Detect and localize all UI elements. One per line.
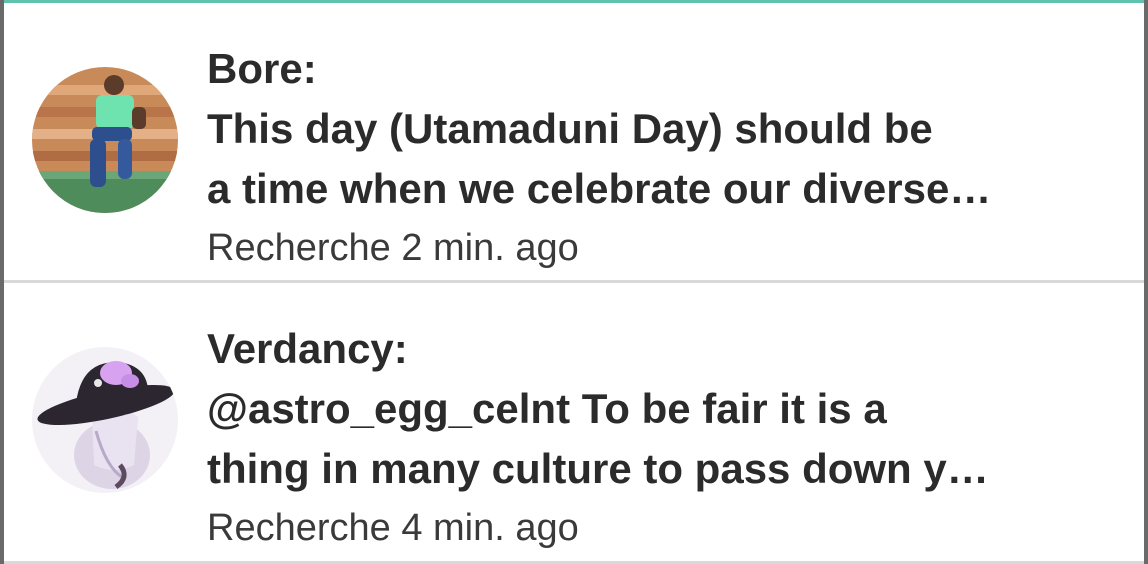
avatar-anime-hat-icon xyxy=(32,347,178,493)
timestamp: 4 min. ago xyxy=(401,507,579,549)
list-item[interactable]: Verdancy: @astro_egg_celnt To be fair it… xyxy=(4,283,1144,561)
message-content: Bore: This day (Utamaduni Day) should be… xyxy=(207,39,1127,277)
avatar-person-on-bench-icon xyxy=(32,67,178,213)
author-name[interactable]: Bore: xyxy=(207,39,1127,99)
community-name[interactable]: Recherche xyxy=(207,227,391,269)
message-content: Verdancy: @astro_egg_celnt To be fair it… xyxy=(207,319,1127,557)
message-line-1: This day (Utamaduni Day) should be xyxy=(207,105,933,152)
message-line-2: a time when we celebrate our diverse… xyxy=(207,165,992,212)
community-name[interactable]: Recherche xyxy=(207,507,391,549)
timestamp: 2 min. ago xyxy=(401,227,579,269)
message-line-1: @astro_egg_celnt To be fair it is a xyxy=(207,385,887,432)
avatar[interactable] xyxy=(32,347,178,493)
message-meta: Recherche 4 min. ago xyxy=(207,499,1127,557)
author-name[interactable]: Verdancy: xyxy=(207,319,1127,379)
chat-feed: Bore: This day (Utamaduni Day) should be… xyxy=(0,0,1148,564)
list-item[interactable]: Bore: This day (Utamaduni Day) should be… xyxy=(4,3,1144,281)
avatar[interactable] xyxy=(32,67,178,213)
message-line-2: thing in many culture to pass down y… xyxy=(207,445,989,492)
message-meta: Recherche 2 min. ago xyxy=(207,219,1127,277)
